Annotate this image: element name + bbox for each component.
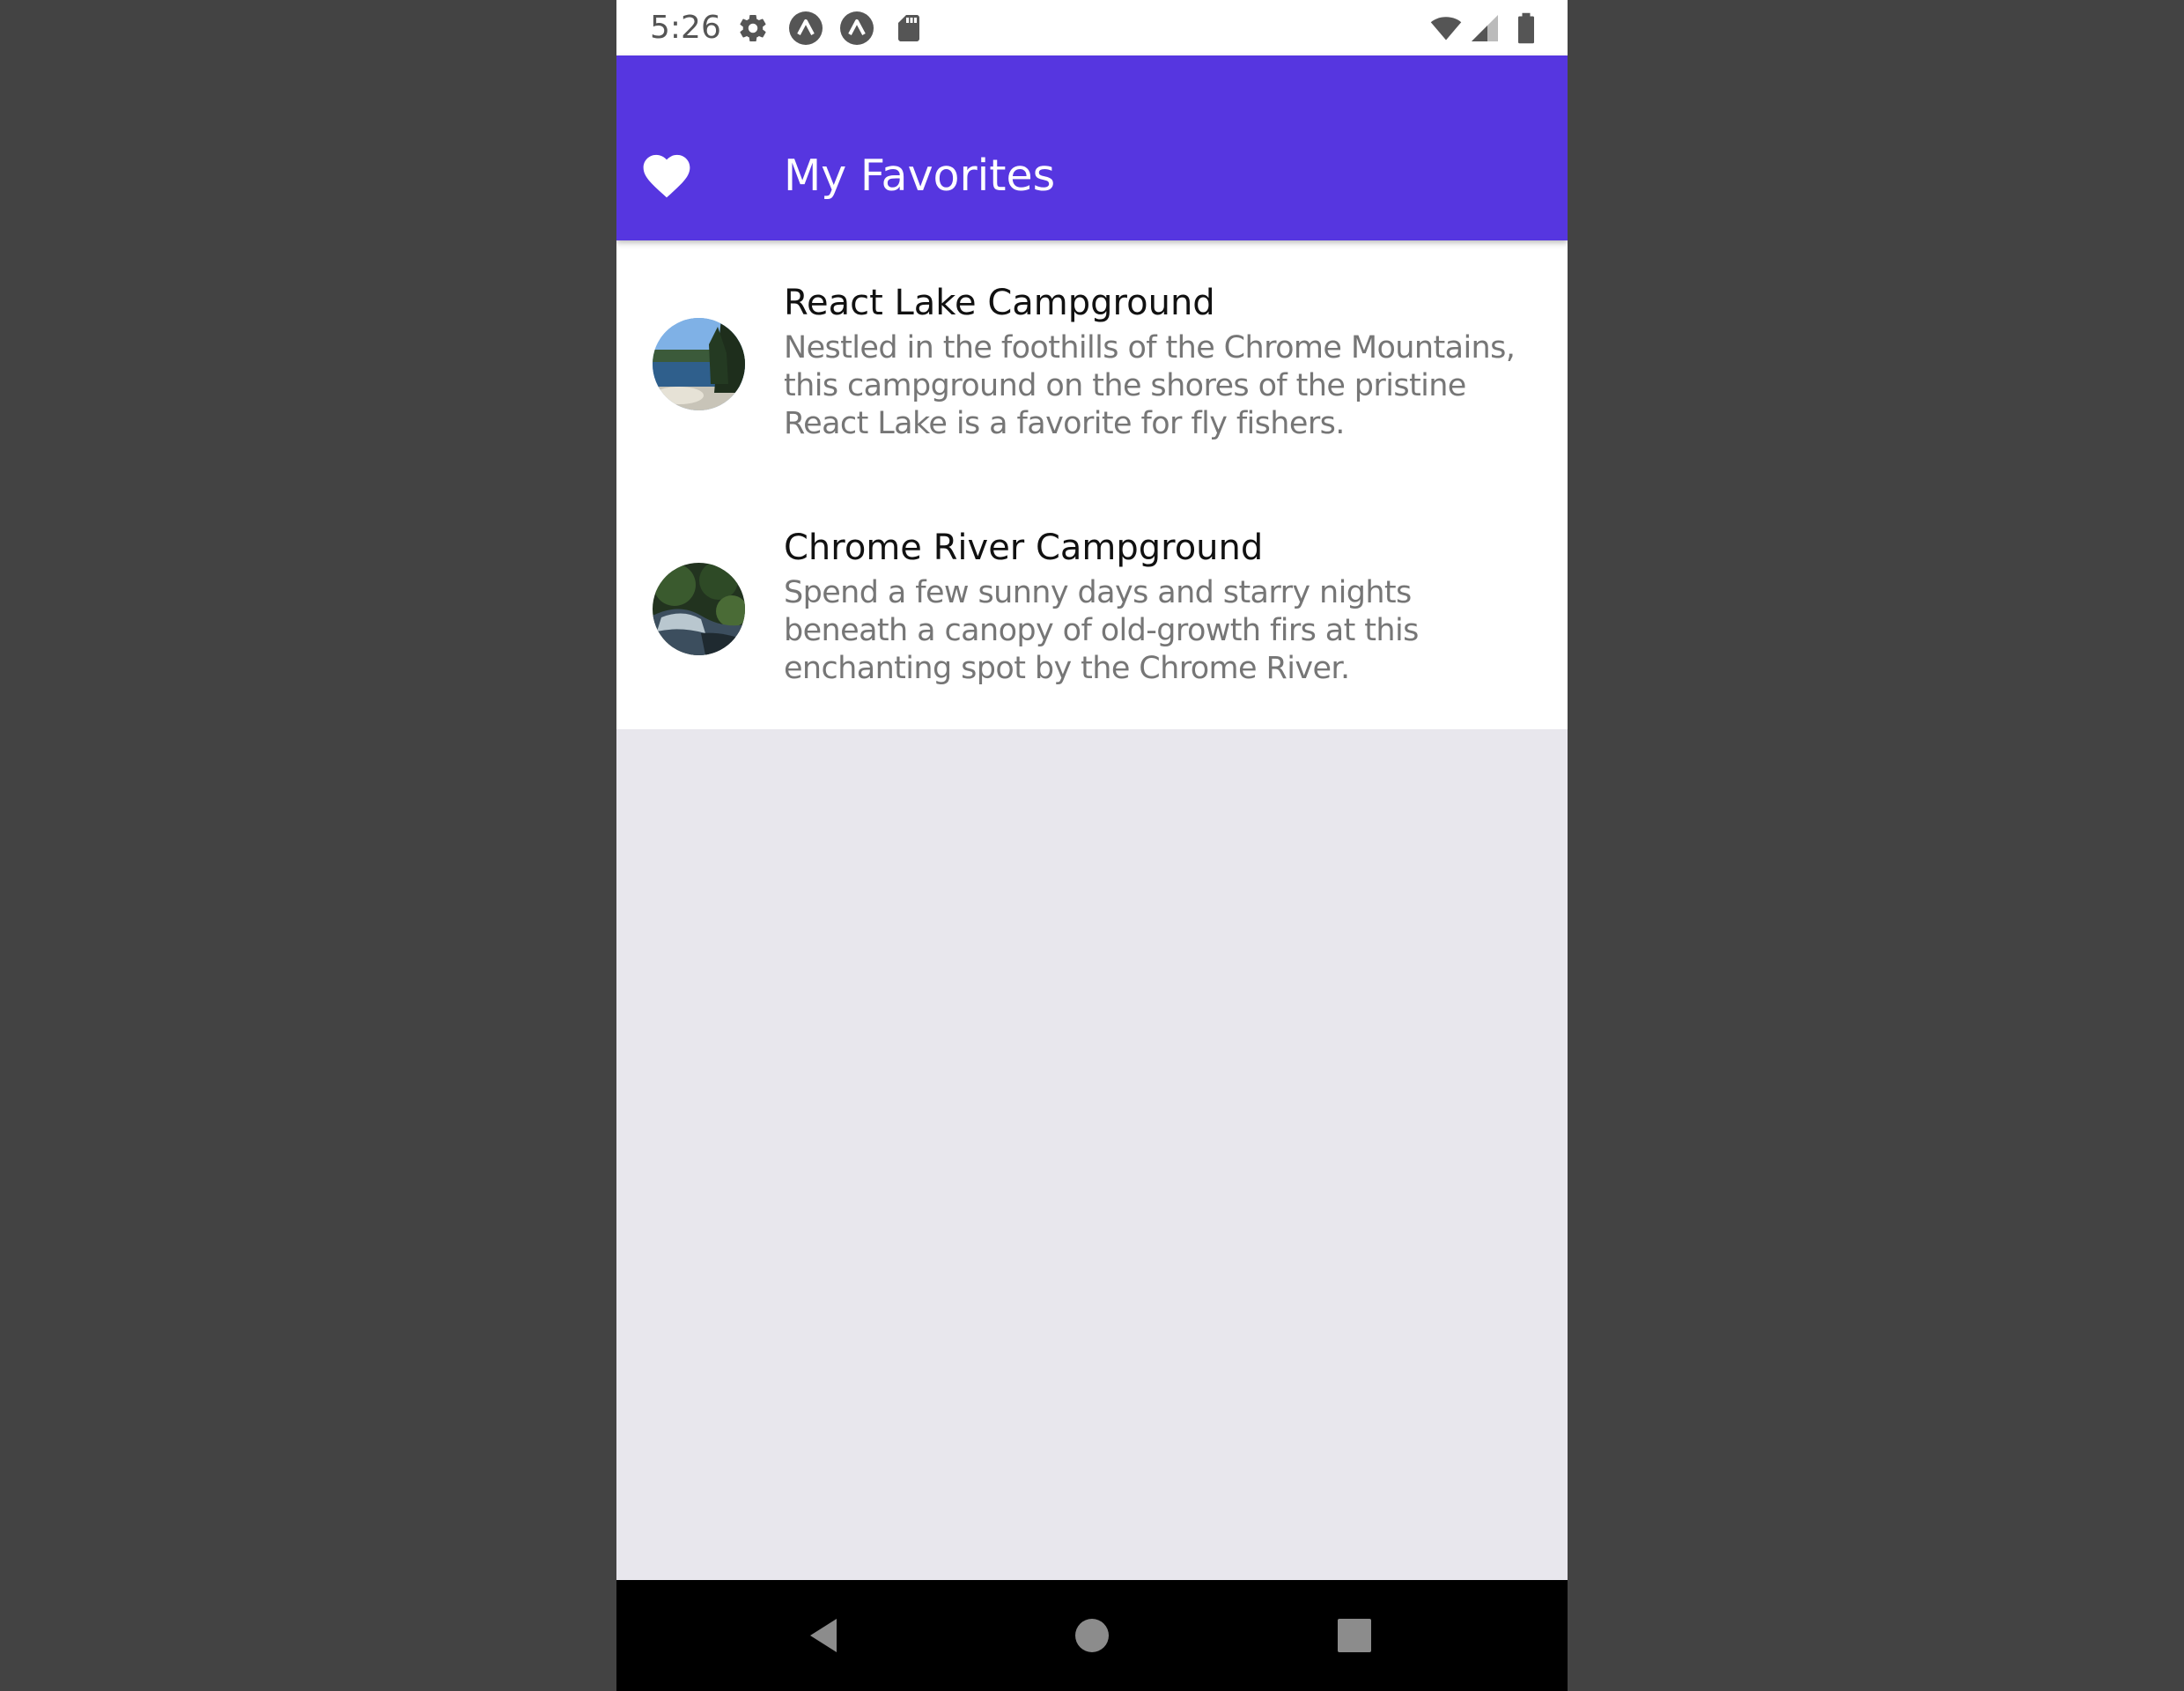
app-notification-icon xyxy=(840,11,874,45)
page-title: My Favorites xyxy=(784,151,1056,201)
lake-thumbnail xyxy=(653,318,745,410)
heart-icon[interactable] xyxy=(638,148,695,199)
back-icon[interactable] xyxy=(803,1613,847,1658)
lake-image xyxy=(653,318,745,410)
list-item[interactable]: React Lake Campground Nestled in the foo… xyxy=(616,240,1568,485)
wifi-icon xyxy=(1430,17,1462,41)
gear-icon xyxy=(740,15,766,42)
item-title: React Lake Campground xyxy=(784,283,1215,323)
favorites-list: React Lake Campground Nestled in the foo… xyxy=(616,240,1568,729)
nav-bar xyxy=(616,1580,1568,1691)
cell-signal-icon xyxy=(1472,15,1498,41)
river-image xyxy=(653,563,745,655)
app-notification-icon xyxy=(789,11,823,45)
phone-screen: 5:26 My Favorites React Lake Campground … xyxy=(616,0,1568,1691)
recents-icon[interactable] xyxy=(1332,1613,1376,1658)
sd-card-icon xyxy=(898,15,919,41)
battery-icon xyxy=(1518,12,1534,44)
item-title: Chrome River Campground xyxy=(784,528,1264,568)
app-bar: My Favorites xyxy=(616,55,1568,240)
item-description: Spend a few sunny days and starry nights… xyxy=(784,575,1419,686)
item-description: Nestled in the foothills of the Chrome M… xyxy=(784,330,1516,441)
status-time: 5:26 xyxy=(650,10,721,46)
home-icon[interactable] xyxy=(1070,1613,1114,1658)
list-item[interactable]: Chrome River Campground Spend a few sunn… xyxy=(616,485,1568,730)
status-bar: 5:26 xyxy=(616,0,1568,55)
river-thumbnail xyxy=(653,563,745,655)
